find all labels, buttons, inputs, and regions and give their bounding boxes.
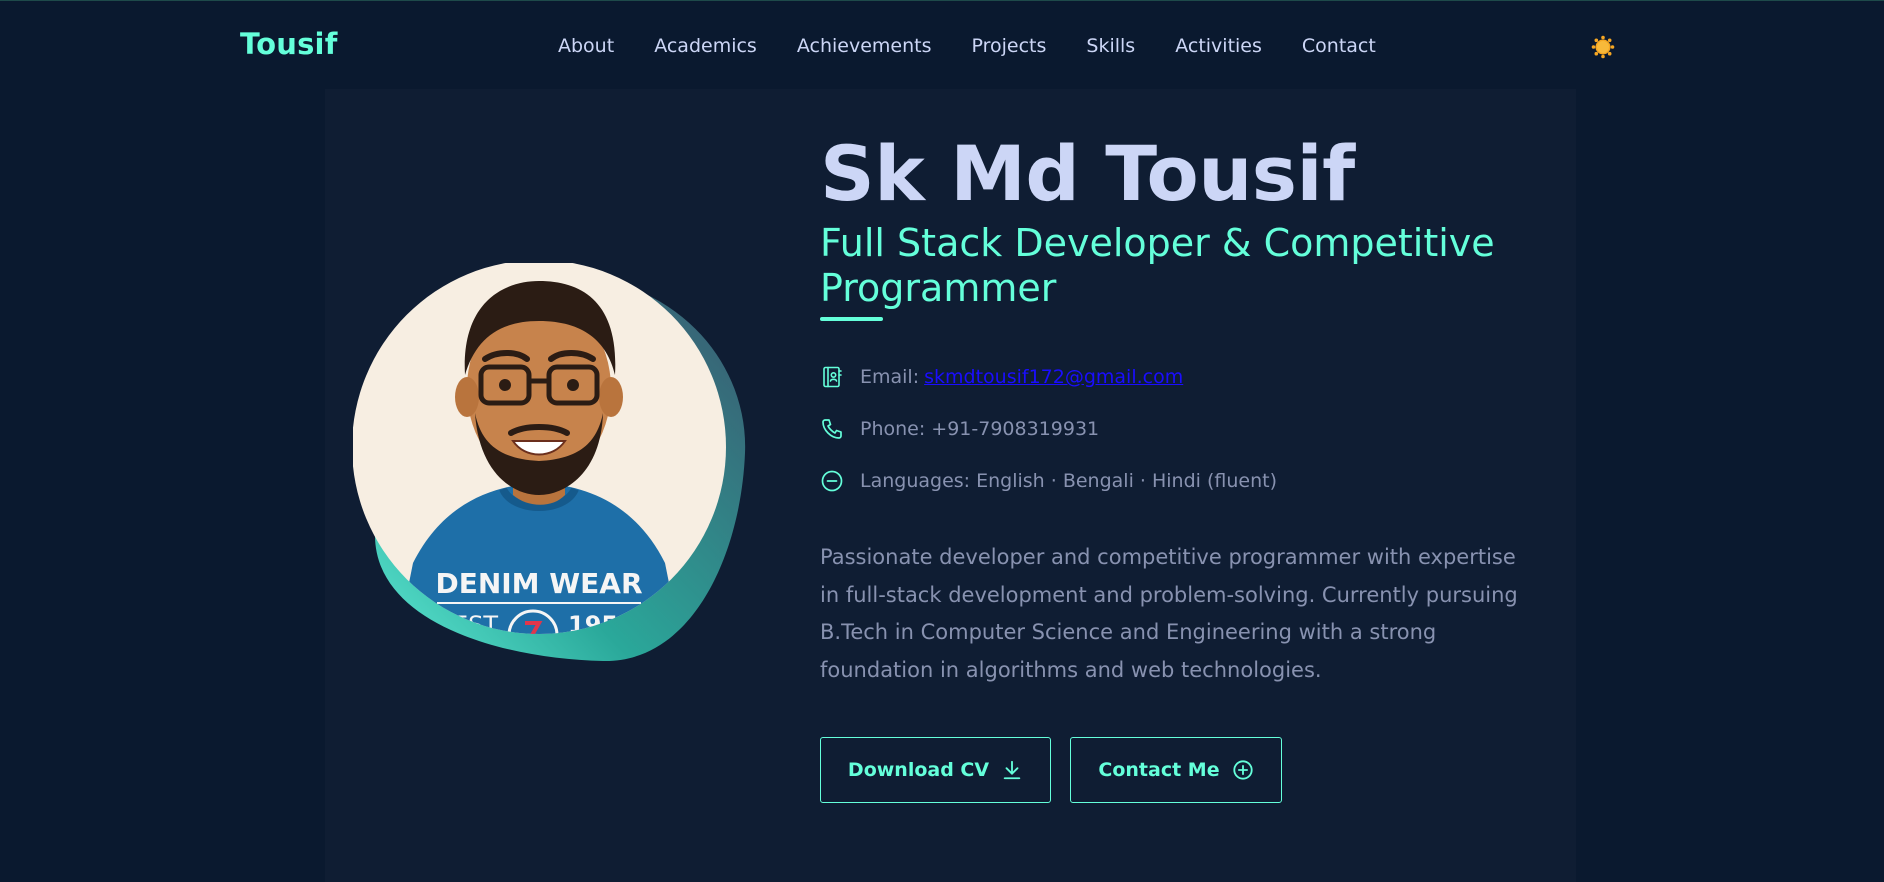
languages-row: Languages: English · Bengali · Hindi (fl… — [820, 467, 1277, 495]
contact-book-icon — [820, 365, 844, 389]
nav-link-about[interactable]: About — [558, 35, 614, 57]
nav-link-academics[interactable]: Academics — [654, 35, 757, 57]
contact-me-label: Contact Me — [1098, 759, 1220, 781]
page: Tousif About Academics Achievements Proj… — [0, 0, 1884, 882]
navbar: Tousif About Academics Achievements Proj… — [0, 1, 1884, 89]
phone-row: Phone: +91-7908319931 — [820, 415, 1099, 443]
avatar-image: DENIM WEAR EST 1953 — [353, 263, 746, 662]
globe-icon — [820, 469, 844, 493]
hero-name: Sk Md Tousif — [820, 129, 1355, 218]
download-cv-button[interactable]: Download CV — [820, 737, 1051, 803]
download-icon — [1001, 759, 1023, 781]
theme-toggle-button[interactable] — [1591, 35, 1615, 59]
sun-icon — [1591, 35, 1615, 59]
shirt-text-brand: DENIM WEAR — [435, 567, 642, 600]
contact-me-button[interactable]: Contact Me — [1070, 737, 1282, 803]
email-label: Email: — [860, 366, 920, 388]
email-link[interactable]: skmdtousif172@gmail.com — [924, 366, 1183, 388]
email-row: Email: skmdtousif172@gmail.com — [820, 363, 1183, 391]
logo[interactable]: Tousif — [240, 27, 338, 61]
phone-icon — [820, 417, 844, 441]
nav-links: About Academics Achievements Projects Sk… — [558, 35, 1376, 57]
nav-link-activities[interactable]: Activities — [1175, 35, 1262, 57]
hero-role: Full Stack Developer & Competitive Progr… — [820, 221, 1495, 310]
nav-link-achievements[interactable]: Achievements — [797, 35, 932, 57]
plus-circle-icon — [1232, 759, 1254, 781]
phone-text: Phone: +91-7908319931 — [860, 418, 1100, 440]
hero-bio: Passionate developer and competitive pro… — [820, 545, 1518, 682]
download-cv-label: Download CV — [847, 759, 990, 781]
role-underline — [820, 317, 883, 321]
languages-text: Languages: English · Bengali · Hindi (fl… — [860, 470, 1277, 492]
hero-section: DENIM WEAR EST 1953 Sk Md Tousif Full St… — [325, 89, 1576, 882]
nav-link-contact[interactable]: Contact — [1302, 35, 1376, 57]
nav-link-skills[interactable]: Skills — [1086, 35, 1135, 57]
nav-link-projects[interactable]: Projects — [971, 35, 1046, 57]
avatar: DENIM WEAR EST 1953 — [353, 263, 753, 663]
